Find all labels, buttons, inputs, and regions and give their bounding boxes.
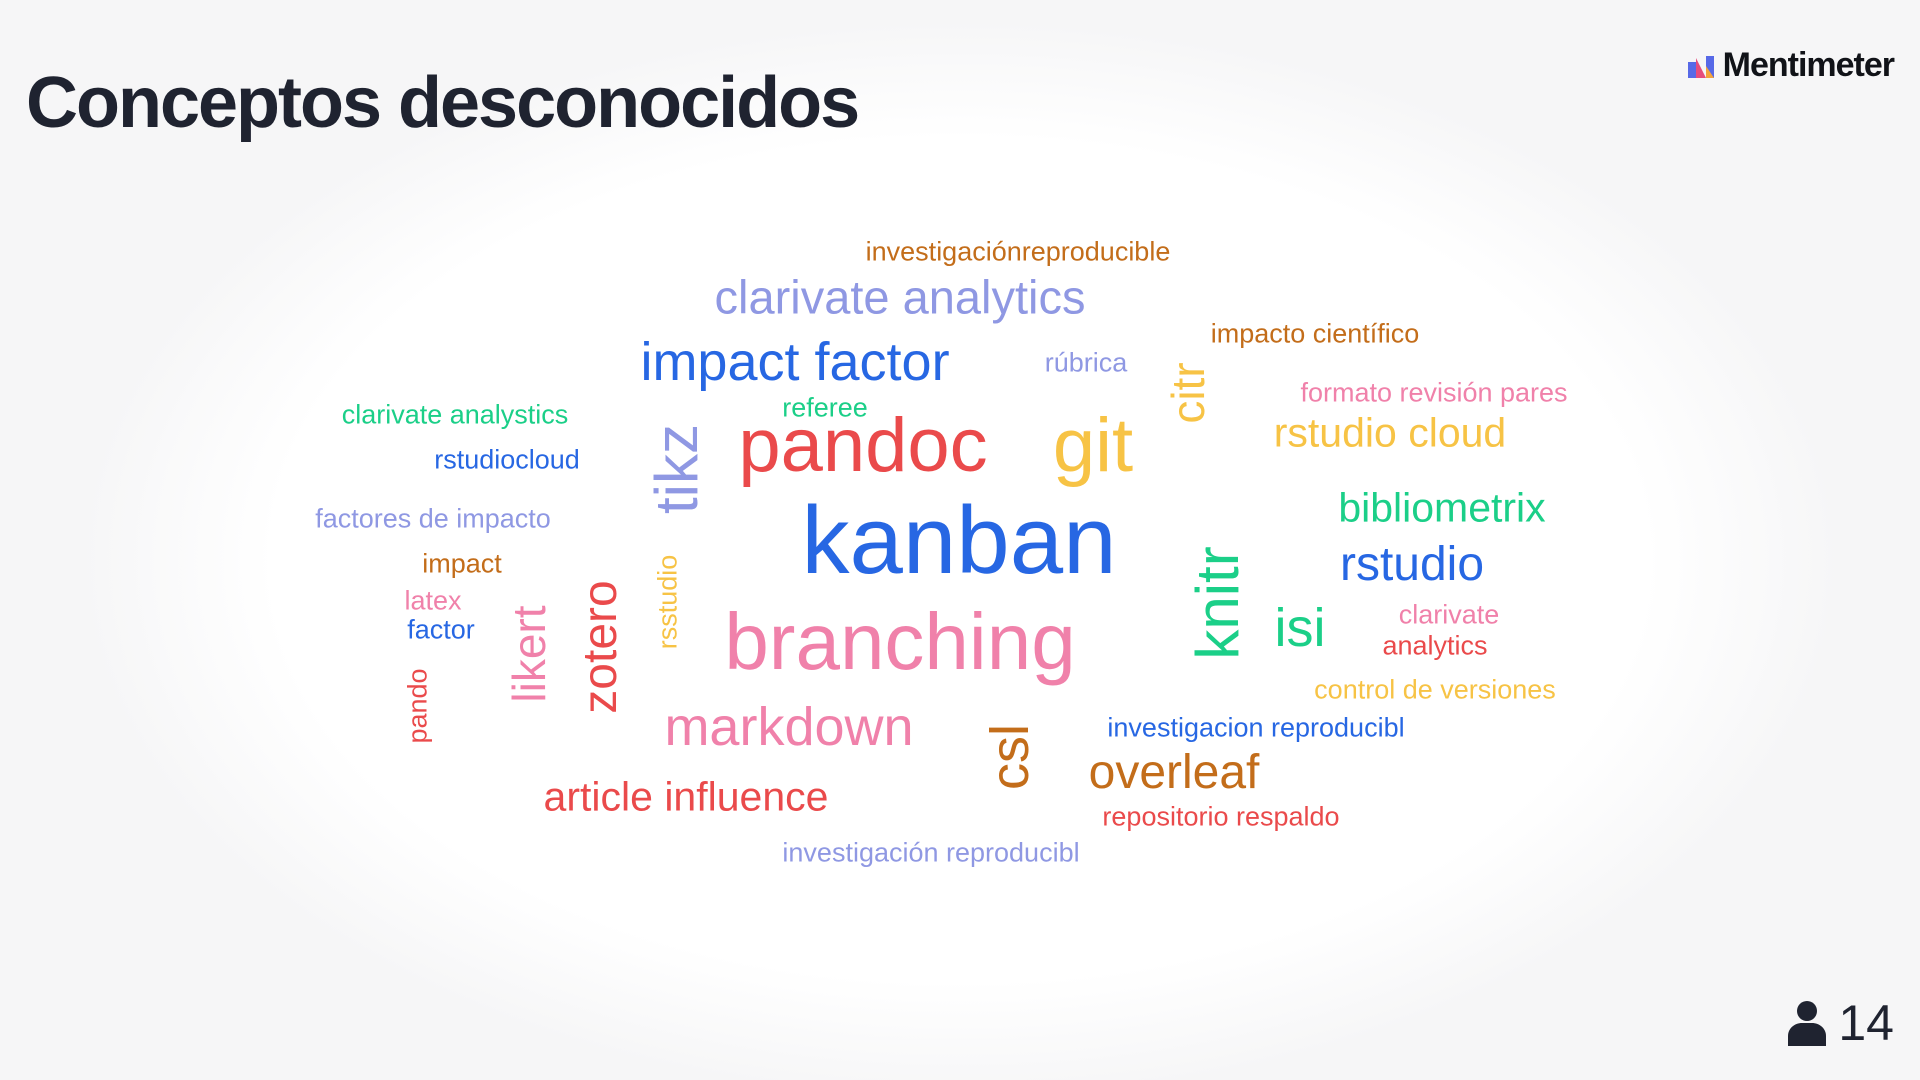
participants-count: 14 <box>1838 995 1894 1051</box>
slide: Conceptos desconocidos Mentimeter invest… <box>0 0 1920 1080</box>
word-cloud-word: factor <box>407 614 475 645</box>
word-cloud-word: analytics <box>1382 630 1488 661</box>
word-cloud-word: csl <box>980 724 1040 790</box>
word-cloud-word: article influence <box>543 773 829 820</box>
participant-counter: 14 <box>1786 994 1894 1052</box>
word-cloud-word: rstudiocloud <box>434 444 580 475</box>
word-cloud-word: repositorio respaldo <box>1102 801 1340 832</box>
word-cloud-word: kanban <box>801 487 1117 594</box>
word-cloud-word: zotero <box>574 580 627 714</box>
word-cloud-word: formato revisión pares <box>1300 377 1568 408</box>
word-cloud-word: branching <box>724 597 1076 686</box>
word-cloud-word: factores de impacto <box>315 503 551 534</box>
word-cloud-word: overleaf <box>1088 746 1260 799</box>
word-cloud-word: bibliometrix <box>1338 484 1546 531</box>
word-cloud-word: impacto científico <box>1210 318 1420 349</box>
word-cloud-word: citr <box>1162 362 1214 424</box>
word-cloud-word: investigaciónreproducible <box>865 236 1171 267</box>
word-cloud-word: rstudio <box>1339 538 1485 591</box>
word-cloud-word: impact factor <box>640 332 950 392</box>
word-cloud-word: rsstudio <box>652 554 683 650</box>
word-cloud-word: impact <box>422 548 502 579</box>
word-cloud-word: investigación reproducibl <box>782 837 1080 868</box>
word-cloud-word: likert <box>503 605 555 703</box>
word-cloud-word: tikz <box>643 424 710 514</box>
word-cloud-word: investigacion reproducibl <box>1107 712 1405 743</box>
word-cloud-word: clarivate analytics <box>714 270 1086 324</box>
word-cloud-word: pando <box>402 668 433 744</box>
word-cloud-word: clarivate <box>1398 599 1500 630</box>
word-cloud-word: latex <box>404 585 462 616</box>
word-cloud-word: isi <box>1274 598 1326 658</box>
word-cloud-word: pandoc <box>738 403 988 488</box>
word-cloud-word: git <box>1052 403 1134 488</box>
word-cloud-word: clarivate analystics <box>341 399 569 430</box>
word-cloud-word: rstudio cloud <box>1273 409 1507 456</box>
word-cloud-word: control de versiones <box>1314 674 1556 705</box>
word-cloud: investigaciónreproducible clarivate anal… <box>0 0 1920 1080</box>
word-cloud-word: markdown <box>664 697 914 757</box>
person-icon <box>1788 1001 1827 1046</box>
word-cloud-word: rúbrica <box>1044 347 1128 378</box>
word-cloud-word: knitr <box>1184 546 1251 660</box>
